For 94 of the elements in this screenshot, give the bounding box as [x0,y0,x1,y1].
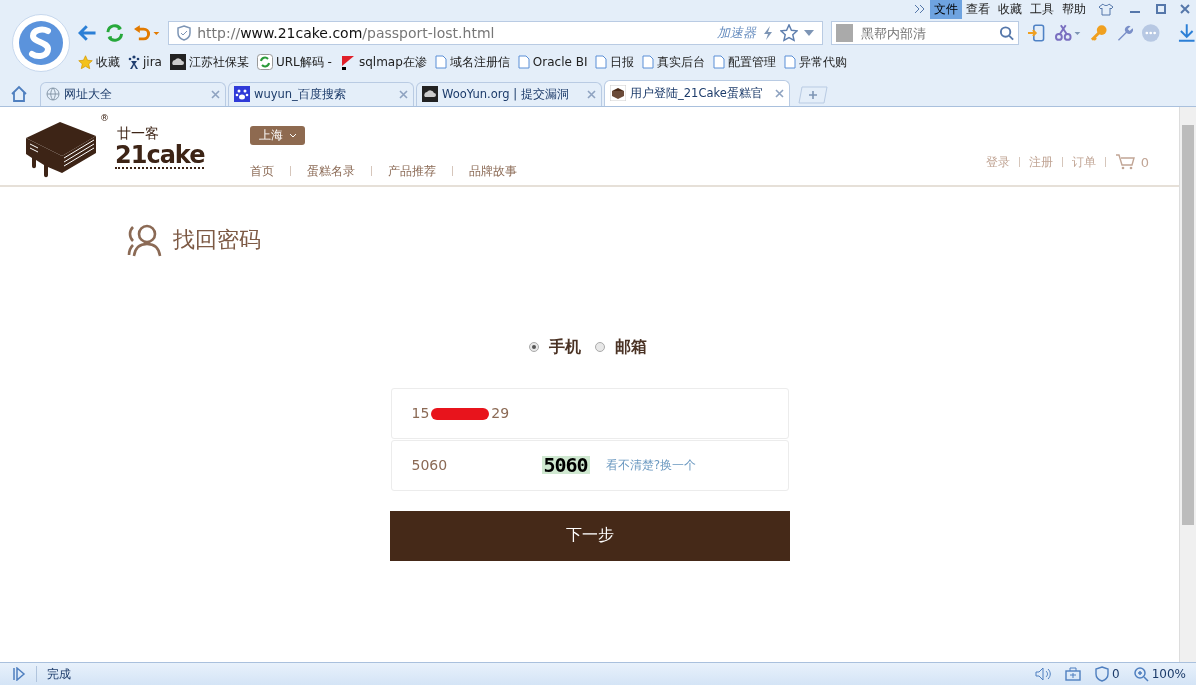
cart-count: 0 [1140,154,1149,170]
chevron-down-icon [288,132,297,138]
cart-icon[interactable] [1114,154,1135,171]
nav-link[interactable]: 品牌故事 [469,162,518,180]
logo-chinese-text: 廿一客 [117,124,160,143]
paw-icon [234,86,250,103]
star-icon [78,54,93,70]
ad-block-shield-icon[interactable] [1095,666,1110,682]
page-title: 找回密码 [173,225,261,254]
flag-icon [339,54,356,70]
wrench-icon[interactable] [1115,24,1134,42]
home-icon[interactable] [10,84,28,103]
back-arrow-icon[interactable] [78,24,98,42]
page-icon [517,55,530,69]
jira-icon [128,54,140,70]
sidebar-toggle-icon[interactable] [12,667,26,681]
page-icon [595,55,608,69]
captcha-image: 5060 [541,456,590,475]
captcha-field[interactable]: 5060 5060 看不清楚?换一个 [390,439,789,491]
page-icon [434,55,447,69]
zoom-icon[interactable] [1133,666,1149,682]
method-radio[interactable]: 邮箱 [594,336,647,358]
close-icon[interactable] [1180,4,1190,14]
scrollbar[interactable] [1179,106,1196,663]
phone-field[interactable]: 15 29 [390,387,789,439]
page-icon [784,55,797,69]
bookmark-link[interactable]: URL解码 - [256,53,332,71]
lightning-icon[interactable] [762,25,775,41]
nav-link[interactable]: 蛋糕名录 [307,162,356,180]
bookmark-link[interactable]: 真实后台 [642,53,706,71]
menu-item[interactable]: 帮助 [1058,0,1090,19]
ad-block-count: 0 [1112,667,1120,681]
browser-tab[interactable]: 用户登陆_21Cake蛋糕官 [604,79,790,106]
address-bar[interactable]: http://www.21cake.com/passport-lost.html 加速器 [168,21,824,45]
shield-icon [177,25,192,41]
close-icon[interactable] [587,89,596,99]
globe-icon [46,87,60,102]
double-chevron-icon[interactable] [914,4,926,14]
bookmark-link[interactable]: Oracle BI [517,55,588,69]
status-text: 完成 [47,665,71,683]
registered-mark: ® [100,112,109,123]
speaker-icon[interactable] [1035,667,1052,681]
bookmark-link[interactable]: 配置管理 [713,53,777,71]
zoom-level[interactable]: 100% [1151,667,1186,681]
refresh-icon[interactable] [105,23,125,43]
menu-item[interactable]: 收藏 [994,0,1026,19]
close-icon[interactable] [399,89,408,99]
phone-number-text: 15 29 [411,405,510,422]
phone-sync-icon[interactable] [1027,23,1047,43]
bookmark-link[interactable]: 江苏社保某 [169,53,249,71]
search-engine-icon[interactable] [836,24,854,42]
caret-icon[interactable] [804,30,815,36]
bookmark-link[interactable]: 日报 [595,53,635,71]
city-selector[interactable]: 上海 [250,125,306,145]
search-box[interactable]: 黑帮内部清 [831,21,1020,45]
page-icon [713,55,726,69]
logo-wordmark: 21cake [115,142,205,169]
bookmark-link[interactable]: 异常代购 [784,53,848,71]
search-icon[interactable] [999,25,1015,41]
browser-tab[interactable]: WooYun.org | 提交漏洞 [416,81,602,106]
captcha-input-text: 5060 [411,457,449,474]
bookmark-link[interactable]: sqlmap在渗 [339,53,427,71]
cloud-icon [169,54,186,70]
menu-item[interactable]: 工具 [1026,0,1058,19]
bookmark-link[interactable]: 域名注册信 [434,53,510,71]
cloud-icon [422,86,438,103]
key-icon[interactable] [1090,24,1108,42]
user-icon [125,222,163,257]
redaction-mark [431,408,490,421]
browser-tab[interactable]: wuyun_百度搜索 [228,81,414,106]
star-outline-icon[interactable] [780,24,799,42]
browser-tab[interactable]: 网址大全 [40,81,226,106]
method-radio[interactable]: 手机 [528,336,581,358]
bookmark-link[interactable]: 收藏 [78,53,120,71]
download-icon[interactable] [1176,23,1196,43]
scissors-icon[interactable] [1054,24,1082,42]
page-icon [642,55,655,69]
menu-item[interactable]: 查看 [962,0,994,19]
shirt-icon[interactable] [1098,2,1114,16]
url-text: http://www.21cake.com/passport-lost.html [197,25,496,41]
toolbox-icon[interactable] [1065,667,1082,681]
maximize-icon[interactable] [1156,4,1166,14]
nav-link[interactable]: 产品推荐 [388,162,437,180]
undo-icon[interactable] [132,24,161,42]
next-step-button[interactable]: 下一步 [389,510,790,561]
cake-logo-icon [610,85,626,102]
nav-link[interactable]: 首页 [250,162,275,180]
menu-item[interactable]: 文件 [930,0,962,19]
new-tab-icon[interactable] [798,85,828,104]
close-icon[interactable] [775,88,784,98]
arrows-icon [256,54,273,70]
close-icon[interactable] [211,89,220,99]
bookmark-link[interactable]: jira [128,54,162,70]
accelerator-label[interactable]: 加速器 [717,24,757,42]
